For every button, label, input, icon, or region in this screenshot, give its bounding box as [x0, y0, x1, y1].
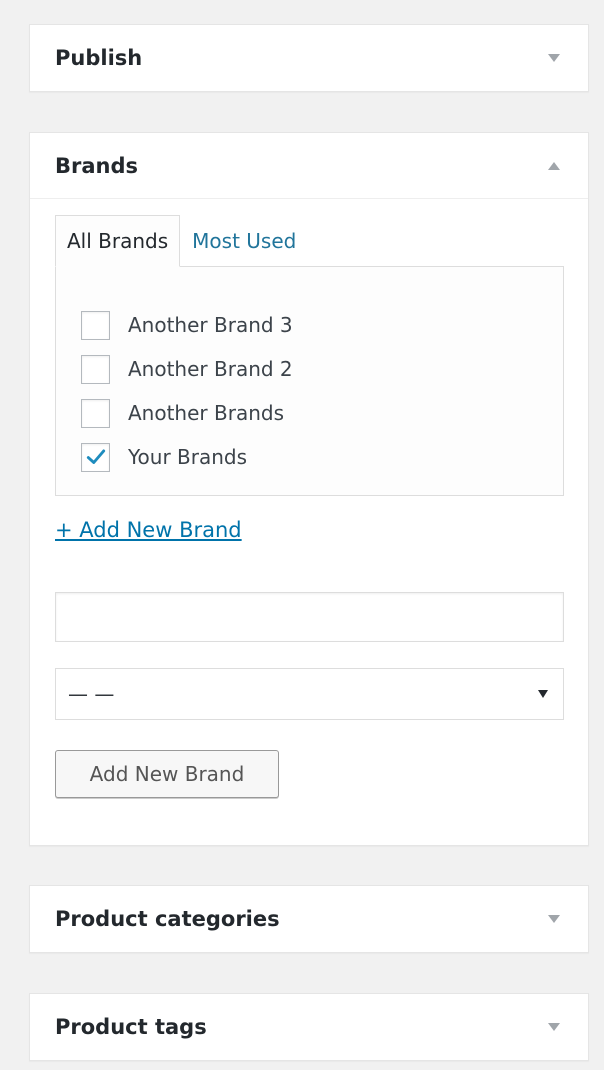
brands-title: Brands	[55, 153, 139, 178]
brand-checklist: Another Brand 3 Another Brand 2 Another …	[81, 303, 293, 479]
publish-box: Publish	[29, 24, 589, 92]
collapse-toggle-icon[interactable]	[548, 161, 560, 170]
publish-header[interactable]: Publish	[30, 25, 588, 91]
expand-toggle-icon[interactable]	[548, 1023, 560, 1031]
list-item: Another Brand 3	[81, 303, 293, 347]
new-brand-name-input[interactable]	[55, 592, 564, 642]
tab-all-brands[interactable]: All Brands	[55, 215, 181, 267]
publish-title: Publish	[55, 46, 143, 70]
brand-label[interactable]: Another Brand 2	[128, 357, 293, 381]
brand-checkbox[interactable]	[81, 354, 110, 384]
add-new-brand-button[interactable]: Add New Brand	[55, 750, 279, 798]
brands-header[interactable]: Brands	[30, 133, 588, 199]
checkmark-icon	[86, 449, 105, 464]
brand-checkbox[interactable]	[81, 310, 110, 340]
brand-label[interactable]: Another Brand 3	[128, 313, 293, 337]
brand-label[interactable]: Your Brands	[128, 445, 247, 469]
select-value: — —	[68, 682, 115, 706]
list-item: Another Brand 2	[81, 347, 293, 391]
brand-checklist-panel: Another Brand 3 Another Brand 2 Another …	[55, 266, 564, 496]
brand-label[interactable]: Another Brands	[128, 401, 284, 425]
product-tags-title: Product tags	[55, 1015, 207, 1039]
list-item: Another Brands	[81, 391, 293, 435]
expand-toggle-icon[interactable]	[548, 54, 560, 62]
product-categories-title: Product categories	[55, 907, 280, 931]
brand-tabs: All Brands Most Used	[55, 215, 307, 267]
brands-box: Brands All Brands Most Used Another Bran…	[29, 132, 589, 846]
expand-toggle-icon[interactable]	[548, 915, 560, 923]
add-new-brand-link[interactable]: + Add New Brand	[55, 518, 242, 542]
parent-brand-select[interactable]: — —	[55, 668, 564, 720]
product-tags-header[interactable]: Product tags	[30, 994, 588, 1060]
product-categories-box: Product categories	[29, 885, 589, 953]
product-tags-box: Product tags	[29, 993, 589, 1061]
dropdown-arrow-icon	[538, 690, 548, 698]
brand-checkbox[interactable]	[81, 442, 110, 472]
brand-checkbox[interactable]	[81, 398, 110, 428]
product-categories-header[interactable]: Product categories	[30, 886, 588, 952]
list-item: Your Brands	[81, 435, 293, 479]
tab-most-used[interactable]: Most Used	[180, 215, 307, 267]
